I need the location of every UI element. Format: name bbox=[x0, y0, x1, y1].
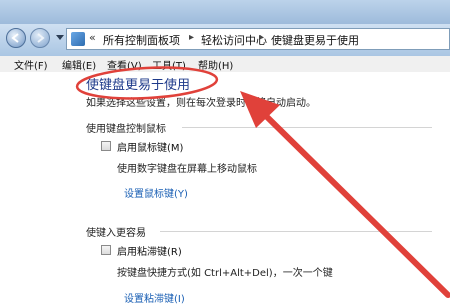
mouse-keys-help-text: 使用数字键盘在屏幕上移动鼠标 bbox=[117, 164, 257, 175]
page-description: 如果选择这些设置，则在每次登录时都将自动启动。 bbox=[86, 98, 316, 109]
menu-help[interactable]: 帮助(H) bbox=[198, 57, 233, 72]
breadcrumb-all-control-panel-items[interactable]: 所有控制面板项 bbox=[103, 32, 180, 48]
menu-tools[interactable]: 工具(T) bbox=[152, 57, 186, 72]
forward-arrow-icon bbox=[37, 33, 45, 43]
breadcrumb-ease-of-access-center[interactable]: 轻松访问中心 bbox=[201, 32, 267, 48]
section-heading-typing: 使键入更容易 bbox=[86, 228, 146, 239]
window-title-bar bbox=[0, 0, 450, 24]
sticky-keys-checkbox-label[interactable]: 启用粘滞键(R) bbox=[117, 243, 182, 258]
navigation-bar: « 所有控制面板项 ▸ 轻松访问中心 ▸ 使键盘更易于使用 bbox=[0, 24, 450, 57]
set-up-sticky-keys-link[interactable]: 设置粘滞键(I) bbox=[124, 290, 185, 305]
control-panel-icon bbox=[71, 32, 85, 46]
back-arrow-icon bbox=[11, 33, 19, 43]
breadcrumb-separator-icon[interactable]: ▸ bbox=[259, 32, 264, 43]
back-button[interactable] bbox=[6, 28, 26, 48]
menu-view[interactable]: 查看(V) bbox=[107, 57, 142, 72]
section-heading-mouse-keys: 使用键盘控制鼠标 bbox=[86, 124, 166, 135]
breadcrumb-make-keyboard-easier[interactable]: 使键盘更易于使用 bbox=[271, 32, 359, 48]
mouse-keys-checkbox[interactable] bbox=[101, 141, 111, 151]
page-title: 使键盘更易于使用 bbox=[86, 78, 191, 93]
sticky-keys-checkbox[interactable] bbox=[101, 245, 111, 255]
mouse-keys-checkbox-label[interactable]: 启用鼠标键(M) bbox=[117, 139, 183, 154]
sticky-keys-help-text: 按键盘快捷方式(如 Ctrl+Alt+Del)，一次一个键 bbox=[117, 268, 333, 279]
section-divider bbox=[160, 231, 432, 232]
menu-bar: 文件(F) 编辑(E) 查看(V) 工具(T) 帮助(H) bbox=[0, 56, 450, 72]
overflow-chevron-icon[interactable]: « bbox=[89, 31, 96, 44]
menu-file[interactable]: 文件(F) bbox=[14, 57, 48, 72]
set-up-mouse-keys-link[interactable]: 设置鼠标键(Y) bbox=[124, 185, 188, 200]
menu-edit[interactable]: 编辑(E) bbox=[62, 57, 96, 72]
section-divider bbox=[182, 127, 432, 128]
history-dropdown-icon[interactable] bbox=[56, 35, 64, 40]
address-bar[interactable]: « 所有控制面板项 ▸ 轻松访问中心 ▸ 使键盘更易于使用 bbox=[66, 28, 450, 50]
breadcrumb-separator-icon[interactable]: ▸ bbox=[189, 32, 194, 43]
forward-button[interactable] bbox=[30, 28, 50, 48]
